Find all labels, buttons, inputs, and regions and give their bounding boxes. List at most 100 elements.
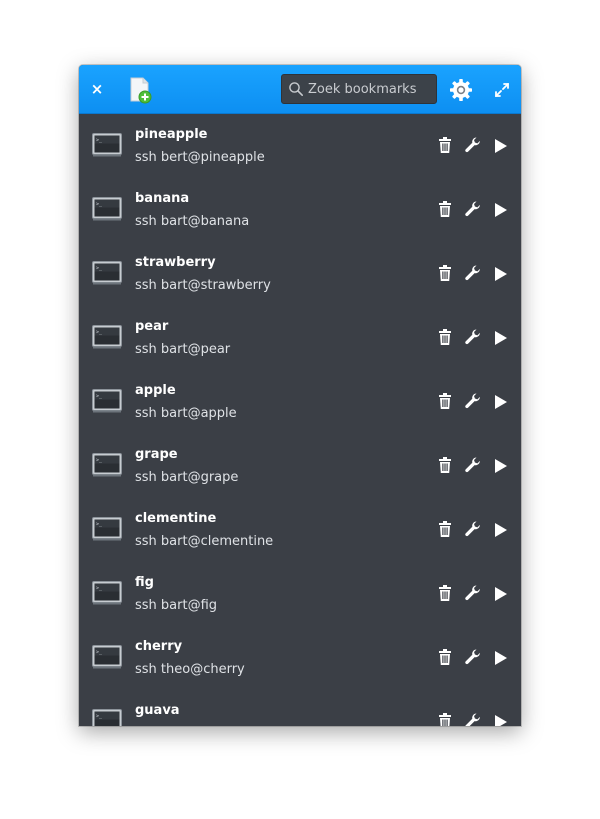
close-icon: ×: [90, 79, 104, 98]
svg-text:>_: >_: [96, 522, 103, 528]
terminal-icon: >_: [92, 261, 122, 285]
connect-button[interactable]: [491, 202, 511, 220]
bookmark-row[interactable]: >_ pear ssh bart@pear: [79, 306, 521, 370]
svg-text:>_: >_: [96, 330, 103, 336]
connect-button[interactable]: [491, 650, 511, 668]
edit-bookmark-button[interactable]: [463, 393, 483, 413]
delete-bookmark-button[interactable]: [435, 713, 455, 726]
wrench-icon: [465, 393, 481, 413]
connect-button[interactable]: [491, 138, 511, 156]
bookmark-row[interactable]: >_ grape ssh bart@grape: [79, 434, 521, 498]
svg-text:>_: >_: [96, 586, 103, 592]
edit-bookmark-button[interactable]: [463, 585, 483, 605]
bookmark-actions: [435, 265, 511, 285]
expand-icon: [495, 83, 509, 97]
connect-button[interactable]: [491, 522, 511, 540]
bookmark-actions: [435, 393, 511, 413]
wrench-icon: [465, 137, 481, 157]
bookmark-row[interactable]: >_ fig ssh bart@fig: [79, 562, 521, 626]
delete-bookmark-button[interactable]: [435, 201, 455, 221]
bookmark-actions: [435, 713, 511, 726]
delete-bookmark-button[interactable]: [435, 457, 455, 476]
trash-icon: [438, 201, 452, 221]
delete-bookmark-button[interactable]: [435, 329, 455, 349]
trash-icon: [438, 137, 452, 157]
delete-bookmark-button[interactable]: [435, 649, 455, 668]
bookmark-name: guava: [135, 703, 180, 718]
bookmark-row[interactable]: >_ apple ssh bart@apple: [79, 370, 521, 434]
svg-text:>_: >_: [96, 266, 103, 272]
wrench-icon: [465, 585, 481, 605]
bookmark-command: ssh bart@fig: [135, 598, 218, 613]
delete-bookmark-button[interactable]: [435, 521, 455, 541]
connect-button[interactable]: [491, 330, 511, 348]
search-box[interactable]: [281, 74, 437, 104]
search-input[interactable]: [308, 81, 433, 97]
app-window: × Zoek bookmarks >_ pineapple ssh bert@p…: [79, 65, 521, 726]
delete-bookmark-button[interactable]: [435, 393, 455, 412]
play-icon: [494, 330, 508, 349]
bookmark-row[interactable]: >_ banana ssh bart@banana: [79, 178, 521, 242]
wrench-icon: [465, 265, 481, 285]
bookmark-row[interactable]: >_ cherry ssh theo@cherry: [79, 626, 521, 690]
trash-icon: [438, 329, 452, 349]
bookmark-name: grape: [135, 447, 178, 462]
connect-button[interactable]: [491, 714, 511, 726]
bookmark-row[interactable]: >_ pineapple ssh bert@pineapple: [79, 114, 521, 178]
close-button[interactable]: ×: [87, 79, 107, 99]
delete-bookmark-button[interactable]: [435, 585, 455, 604]
bookmark-row[interactable]: >_ clementine ssh bart@clementine: [79, 498, 521, 562]
play-icon: [494, 202, 508, 221]
connect-button[interactable]: [491, 394, 511, 412]
delete-bookmark-button[interactable]: [435, 137, 455, 157]
bookmark-command: ssh bart@grape: [135, 470, 239, 485]
edit-bookmark-button[interactable]: [463, 329, 483, 348]
wrench-icon: [465, 521, 481, 541]
bookmark-command: ssh theo@cherry: [135, 662, 245, 677]
edit-bookmark-button[interactable]: [463, 521, 483, 541]
edit-bookmark-button[interactable]: [463, 137, 483, 157]
wrench-icon: [465, 713, 481, 726]
edit-bookmark-button[interactable]: [463, 201, 483, 221]
expand-button[interactable]: [492, 80, 512, 100]
edit-bookmark-button[interactable]: [463, 649, 483, 668]
bookmark-list: >_ pineapple ssh bert@pineapple >_ banan…: [79, 114, 521, 726]
bookmark-name: banana: [135, 191, 190, 206]
search-icon: [288, 81, 304, 97]
terminal-icon: >_: [92, 389, 122, 413]
bookmark-command: ssh bart@clementine: [135, 534, 274, 549]
gear-icon: [450, 79, 472, 101]
edit-bookmark-button[interactable]: [463, 265, 483, 285]
bookmark-command: ssh bart@pear: [135, 342, 231, 357]
svg-text:>_: >_: [96, 394, 103, 400]
connect-button[interactable]: [491, 458, 511, 476]
play-icon: [494, 458, 508, 477]
play-icon: [494, 394, 508, 413]
bookmark-actions: [435, 457, 511, 476]
connect-button[interactable]: [491, 266, 511, 284]
terminal-icon: >_: [92, 581, 122, 605]
new-bookmark-button[interactable]: [127, 76, 153, 104]
svg-text:>_: >_: [96, 202, 103, 208]
edit-bookmark-button[interactable]: [463, 457, 483, 476]
settings-button[interactable]: [448, 77, 474, 103]
play-icon: [494, 650, 508, 669]
delete-bookmark-button[interactable]: [435, 265, 455, 284]
svg-text:>_: >_: [96, 650, 103, 656]
wrench-icon: [465, 201, 481, 221]
svg-text:>_: >_: [96, 714, 103, 720]
trash-icon: [438, 521, 452, 541]
bookmark-command: ssh bert@pineapple: [135, 150, 265, 165]
bookmark-row[interactable]: >_ strawberry ssh bart@strawberry: [79, 242, 521, 306]
bookmark-row[interactable]: >_ guava: [79, 690, 521, 726]
play-icon: [494, 522, 508, 541]
connect-button[interactable]: [491, 586, 511, 604]
bookmark-name: fig: [135, 575, 154, 590]
bookmark-name: clementine: [135, 511, 217, 526]
bookmark-name: cherry: [135, 639, 183, 654]
terminal-icon: >_: [92, 325, 122, 349]
play-icon: [494, 714, 508, 726]
edit-bookmark-button[interactable]: [463, 713, 483, 726]
bookmark-command: ssh bart@banana: [135, 214, 250, 229]
play-icon: [494, 586, 508, 605]
